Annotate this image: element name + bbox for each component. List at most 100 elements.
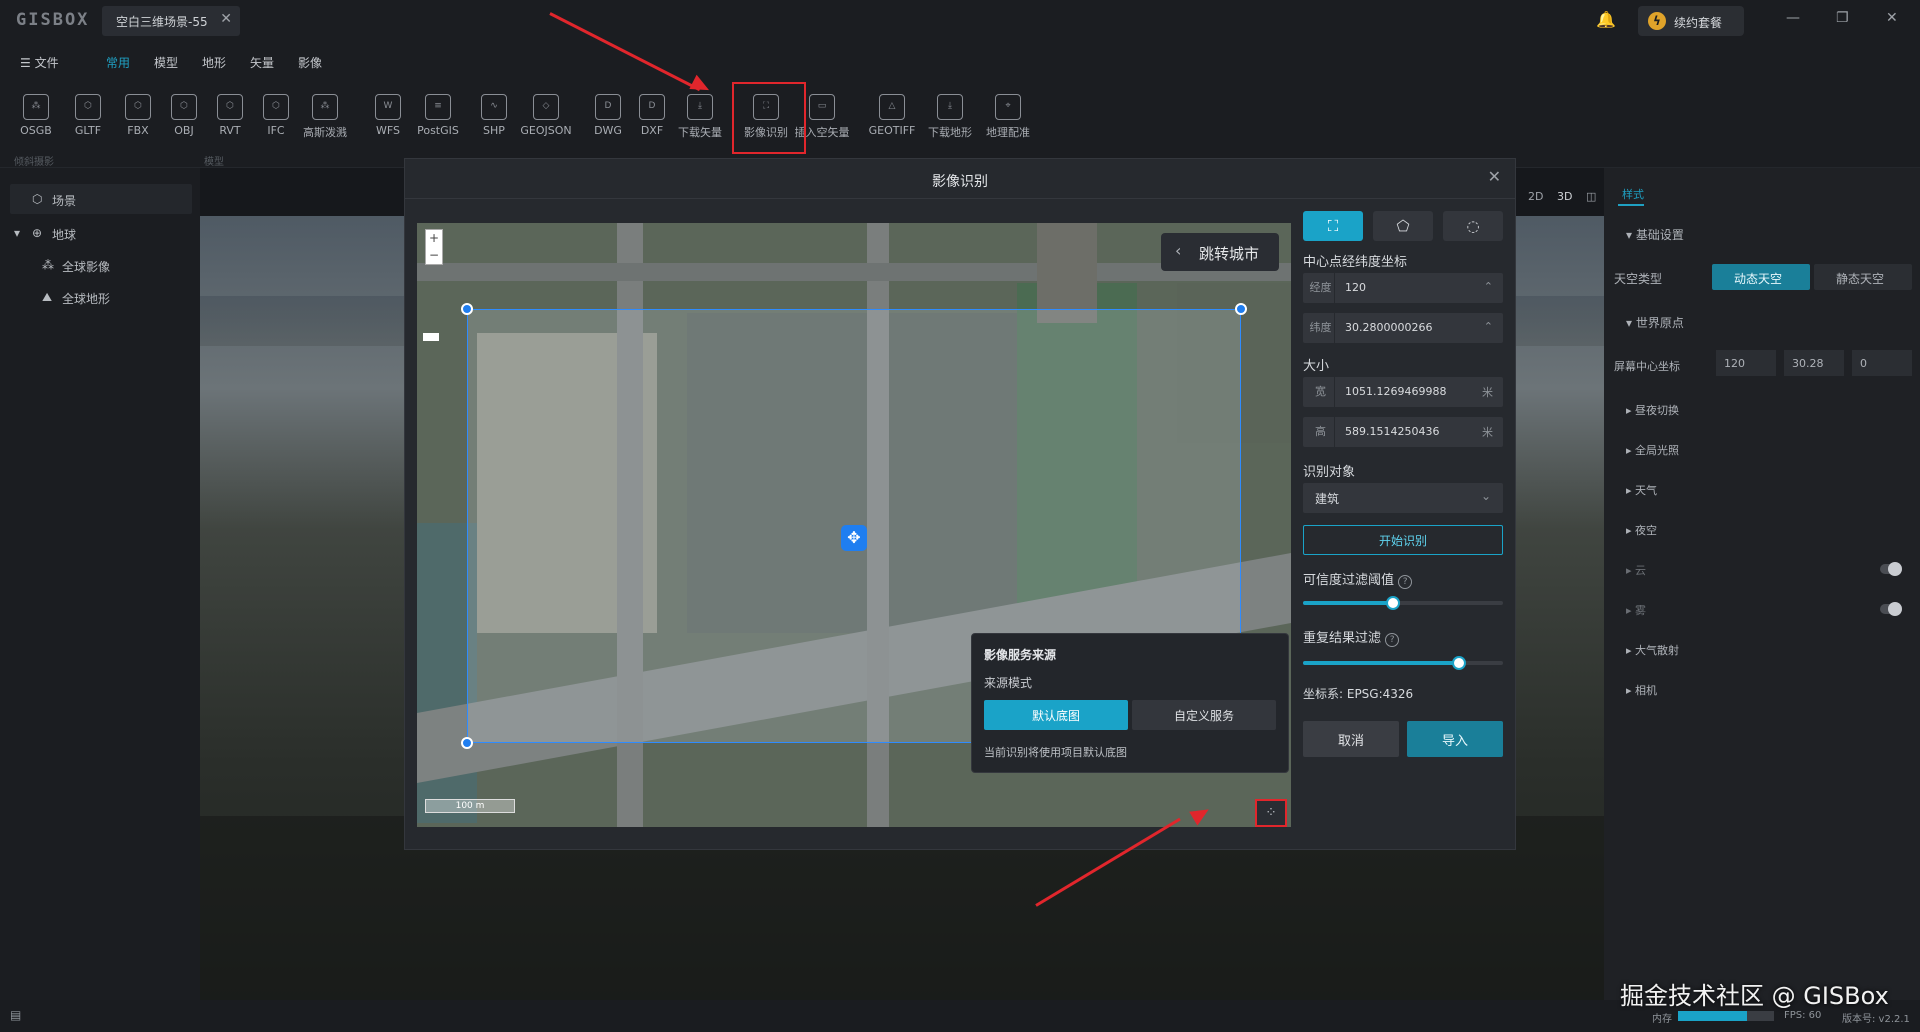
section-day-night[interactable]: ▸ 昼夜切换	[1626, 402, 1679, 418]
ifc-icon: ⬡	[263, 94, 289, 120]
close-tab-icon[interactable]: ✕	[220, 11, 232, 27]
tool-label: IFC	[267, 124, 285, 137]
section-camera[interactable]: ▸ 相机	[1626, 682, 1657, 698]
move-icon[interactable]: ✥	[841, 525, 867, 551]
section-night-sky[interactable]: ▸ 夜空	[1626, 522, 1657, 538]
maximize-icon[interactable]: ❐	[1836, 10, 1849, 26]
polygon-select-icon[interactable]: ⬠	[1373, 211, 1433, 241]
log-icon[interactable]: ▤	[10, 1008, 21, 1022]
tool-georeference-button[interactable]: ⌖ 地理配准	[980, 88, 1036, 148]
zoom-in-button[interactable]: +	[426, 230, 442, 247]
window-close-icon[interactable]: ✕	[1886, 10, 1898, 26]
origin-y-input[interactable]: 30.28	[1784, 350, 1844, 376]
menu-imagery[interactable]: 影像	[298, 54, 322, 71]
selection-handle-top-left[interactable]	[461, 303, 473, 315]
app-logo: GISBOX	[16, 10, 90, 30]
default-basemap-button[interactable]: 默认底图	[984, 700, 1128, 730]
tool-gaussian-splat-button[interactable]: ⁂ 高斯泼溅	[297, 88, 353, 148]
jump-city-button[interactable]: ‹ 跳转城市	[1161, 233, 1279, 271]
dedupe-slider[interactable]	[1303, 656, 1503, 670]
chevron-left-icon: ‹	[1175, 241, 1182, 260]
tree-item-globe[interactable]: 地球	[52, 226, 76, 243]
bell-icon[interactable]: 🔔	[1596, 10, 1616, 30]
section-global-light[interactable]: ▸ 全局光照	[1626, 442, 1679, 458]
confidence-slider[interactable]	[1303, 596, 1503, 610]
menu-model[interactable]: 模型	[154, 54, 178, 71]
menu-file[interactable]: ☰ 文件	[20, 54, 59, 71]
dedupe-slider-knob[interactable]	[1452, 656, 1466, 670]
width-input[interactable]: 宽 1051.1269469988 米	[1303, 377, 1503, 407]
stepper-icon[interactable]: ⌃	[1484, 320, 1493, 333]
tool-wfs-button[interactable]: W WFS	[360, 88, 416, 148]
import-button[interactable]: 导入	[1407, 721, 1503, 757]
satellite-map[interactable]: + − ✥ ‹ 跳转城市 100 m 影像服务来源 来源模式 默认底图 自定义服…	[417, 223, 1291, 827]
gaussian-splat-icon: ⁂	[312, 94, 338, 120]
origin-x-input[interactable]: 120	[1716, 350, 1776, 376]
start-recognition-button[interactable]: 开始识别	[1303, 525, 1503, 555]
width-value: 1051.1269469988	[1345, 385, 1447, 398]
cancel-button[interactable]: 取消	[1303, 721, 1399, 757]
document-tab[interactable]: 空白三维场景-55 ✕	[102, 6, 240, 36]
selection-handle-top-right[interactable]	[1235, 303, 1247, 315]
help-icon[interactable]: ?	[1385, 633, 1400, 647]
expand-icon[interactable]: ▾	[14, 226, 20, 240]
tool-geojson-button[interactable]: ◇ GEOJSON	[518, 88, 574, 148]
jump-city-label: 跳转城市	[1199, 245, 1260, 263]
sky-static-button[interactable]: 静态天空	[1814, 264, 1912, 290]
tool-ifc-button[interactable]: ⬡ IFC	[248, 88, 304, 148]
tool-label: WFS	[376, 124, 400, 137]
latitude-input[interactable]: 纬度 30.2800000266 ⌃	[1303, 313, 1503, 343]
section-fog[interactable]: ▸ 雾	[1626, 602, 1646, 618]
zoom-out-button[interactable]: −	[426, 247, 442, 264]
geotiff-icon: △	[879, 94, 905, 120]
image-source-settings-icon[interactable]: ⁘	[1255, 799, 1287, 827]
section-atmosphere[interactable]: ▸ 大气散射	[1626, 642, 1679, 658]
section-world-origin[interactable]: ▾ 世界原点	[1626, 314, 1684, 331]
rectangle-select-icon[interactable]: ⛶	[1303, 211, 1363, 241]
view-2d[interactable]: 2D	[1528, 190, 1543, 203]
fog-toggle[interactable]	[1880, 602, 1902, 616]
menu-common[interactable]: 常用	[106, 54, 130, 71]
section-basic[interactable]: ▾ 基础设置	[1626, 226, 1684, 243]
custom-service-button[interactable]: 自定义服务	[1132, 700, 1276, 730]
origin-z-input[interactable]: 0	[1852, 350, 1912, 376]
target-select[interactable]: 建筑 ⌄	[1303, 483, 1503, 513]
selection-handle-bottom-left[interactable]	[461, 737, 473, 749]
height-input[interactable]: 高 589.1514250436 米	[1303, 417, 1503, 447]
scene-tree-header[interactable]: ⬡ 场景	[10, 184, 192, 214]
highlight-box-image-recognition	[732, 82, 806, 154]
tool-label: 高斯泼溅	[303, 126, 347, 139]
tool-gltf-button[interactable]: ⬡ GLTF	[60, 88, 116, 148]
view-split[interactable]: ◫	[1586, 190, 1596, 203]
tool-shp-button[interactable]: ∿ SHP	[466, 88, 522, 148]
help-icon[interactable]: ?	[1398, 575, 1413, 589]
tool-download-terrain-button[interactable]: ⤓ 下载地形	[922, 88, 978, 148]
renew-plan-button[interactable]: ϟ 续约套餐	[1638, 6, 1744, 36]
section-weather[interactable]: ▸ 天气	[1626, 482, 1657, 498]
tab-style[interactable]: 样式	[1622, 186, 1644, 202]
menu-terrain[interactable]: 地形	[202, 54, 226, 71]
version-readout: 版本号: v2.2.1	[1842, 1014, 1910, 1025]
tool-osgb-button[interactable]: ⁂ OSGB	[8, 88, 64, 148]
image-recognition-dialog: 影像识别 ✕ + − ✥ ‹ 跳转城市 100 m 影像服务来源 来源模式 默认…	[404, 158, 1516, 850]
tool-database-button[interactable]: ≡ PostGIS	[410, 88, 466, 148]
section-cloud[interactable]: ▸ 云	[1626, 562, 1646, 578]
dialog-close-icon[interactable]: ✕	[1488, 167, 1501, 186]
menu-vector[interactable]: 矢量	[250, 54, 274, 71]
tool-download-vector-button[interactable]: ⤓ 下载矢量	[672, 88, 728, 148]
map-marker	[423, 333, 439, 341]
cloud-toggle[interactable]	[1880, 562, 1902, 576]
tree-item-imagery[interactable]: 全球影像	[62, 258, 110, 275]
group-label-model: 模型	[204, 157, 224, 168]
confidence-slider-knob[interactable]	[1386, 596, 1400, 610]
stepper-icon[interactable]: ⌃	[1484, 280, 1493, 293]
tool-geotiff-button[interactable]: △ GEOTIFF	[864, 88, 920, 148]
sky-dynamic-button[interactable]: 动态天空	[1712, 264, 1810, 290]
tree-item-terrain[interactable]: 全球地形	[62, 290, 110, 307]
view-mode-switch[interactable]: 2D 3D ◫	[1528, 190, 1596, 203]
crs-label: 坐标系: EPSG:4326	[1303, 687, 1414, 701]
minimize-icon[interactable]: —	[1786, 10, 1800, 26]
view-3d[interactable]: 3D	[1557, 190, 1572, 203]
longitude-input[interactable]: 经度 120 ⌃	[1303, 273, 1503, 303]
freeform-select-icon[interactable]: ◌	[1443, 211, 1503, 241]
